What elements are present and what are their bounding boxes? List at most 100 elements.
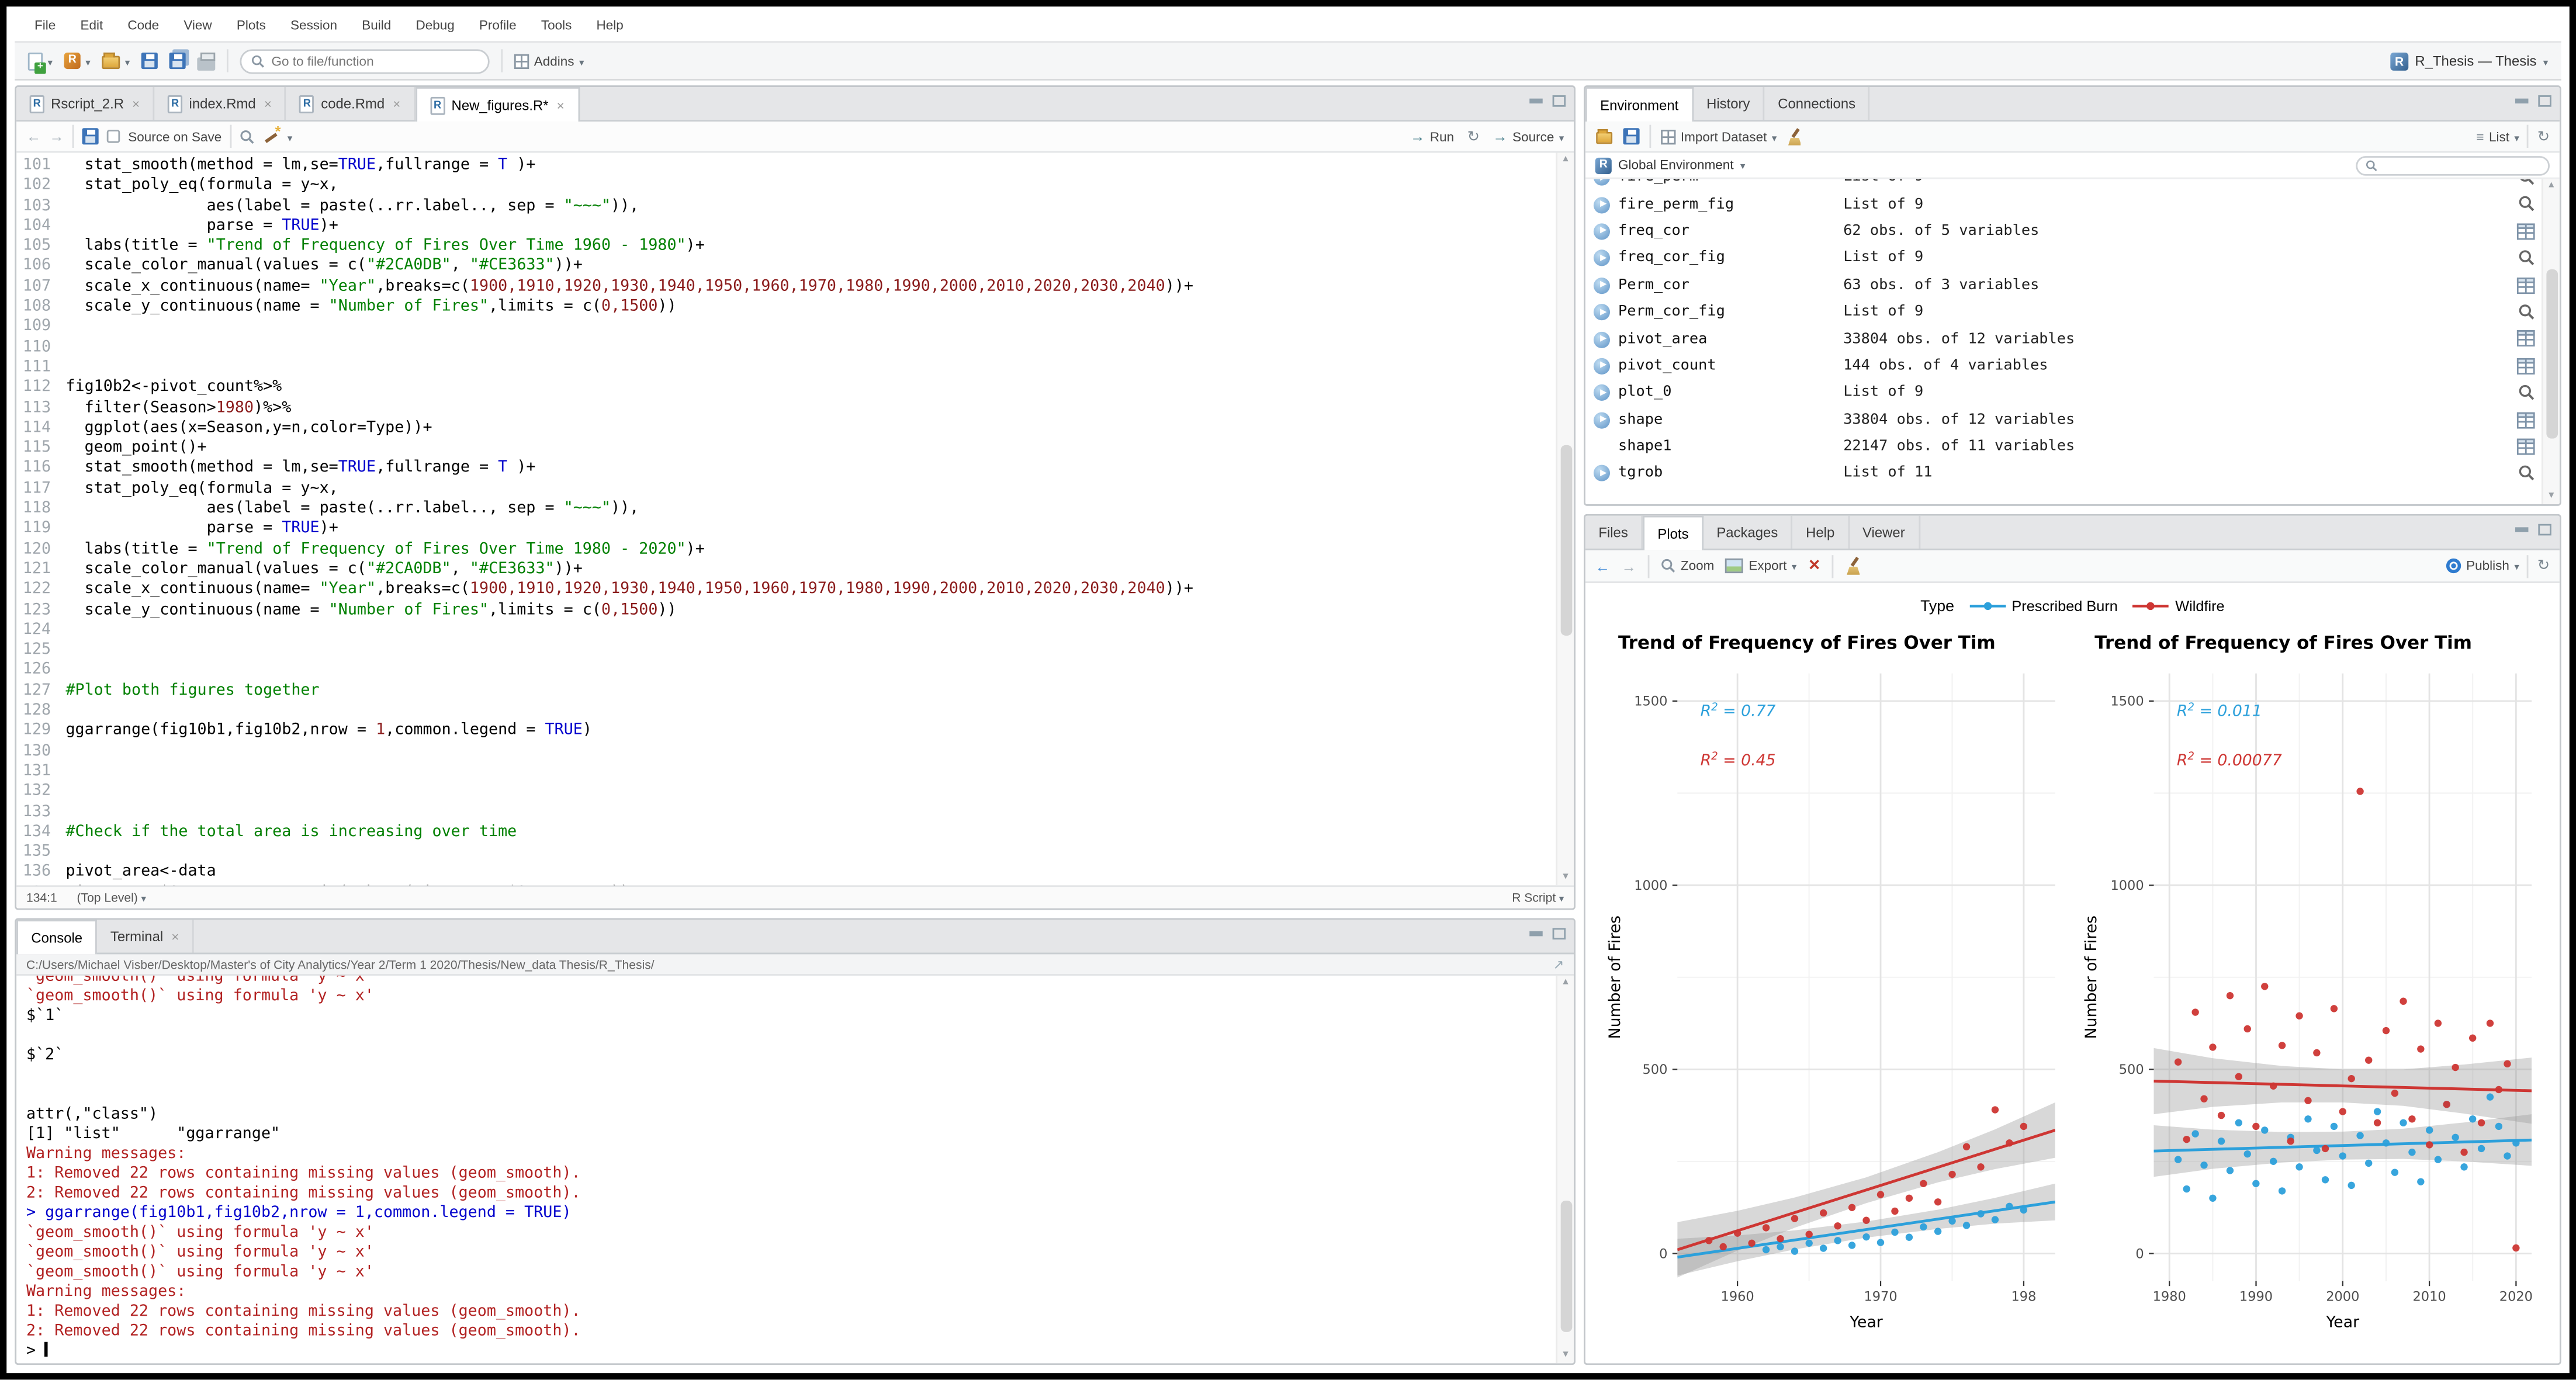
maximize-icon[interactable] [1553,95,1566,107]
view-table-icon[interactable] [2517,331,2535,352]
minimize-icon[interactable] [2515,528,2528,532]
env-item-fire_perm[interactable]: fire_permList of 9 [1585,179,2560,191]
source-button[interactable]: → Source [1493,128,1564,144]
previous-plot-icon[interactable]: ← [1595,557,1610,574]
console-output[interactable]: ▲ ▼ `geom_smooth()` using formula 'y ~ x… [16,976,1574,1363]
menu-session[interactable]: Session [290,18,337,33]
scroll-down-icon[interactable]: ▼ [1557,871,1574,885]
scroll-up-icon[interactable]: ▲ [1557,976,1574,990]
source-on-save-checkbox[interactable] [107,130,120,143]
export-button[interactable]: Export [1726,559,1796,573]
expand-object-icon[interactable] [1594,412,1610,428]
minimize-icon[interactable] [1529,932,1542,936]
filetype-selector[interactable]: R Script [1512,890,1564,905]
editor-scrollbar[interactable]: ▲ ▼ [1556,152,1574,885]
environment-search-input[interactable] [2383,158,2540,172]
save-workspace-icon[interactable] [1623,128,1639,144]
env-item-shape[interactable]: shape33804 obs. of 12 variables [1585,407,2560,434]
env-item-freq_cor[interactable]: freq_cor62 obs. of 5 variables [1585,218,2560,245]
print-button[interactable] [197,52,215,70]
scroll-up-icon[interactable]: ▲ [2543,179,2560,193]
inspect-object-icon[interactable] [2519,250,2535,272]
goto-file-input[interactable] [272,53,479,68]
clear-workspace-icon[interactable] [1786,127,1805,145]
save-icon[interactable] [82,128,99,144]
inspect-object-icon[interactable] [2519,196,2535,218]
project-selector[interactable]: R R_Thesis — Thesis [2390,52,2548,70]
minimize-icon[interactable] [1529,99,1542,103]
env-item-Perm_cor[interactable]: Perm_cor63 obs. of 3 variables [1585,272,2560,299]
save-all-button[interactable] [169,53,186,69]
tab-packages[interactable]: Packages [1704,516,1793,549]
load-workspace-icon[interactable] [1596,132,1612,144]
view-table-icon[interactable] [2517,277,2535,299]
addins-button[interactable]: Addins [514,53,584,68]
expand-object-icon[interactable] [1594,277,1610,293]
view-table-icon[interactable] [2517,411,2535,433]
tab-files[interactable]: Files [1585,516,1643,549]
new-file-button[interactable]: + [28,52,53,70]
list-view-button[interactable]: ≡ List [2476,129,2519,144]
menu-profile[interactable]: Profile [479,18,517,33]
run-button[interactable]: → Run [1410,128,1454,144]
env-item-pivot_count[interactable]: pivot_count144 obs. of 4 variables [1585,353,2560,380]
maximize-icon[interactable] [2538,524,2551,536]
find-icon[interactable] [240,129,254,144]
menu-tools[interactable]: Tools [541,18,572,33]
tab-console[interactable]: Console [16,920,97,954]
menu-debug[interactable]: Debug [416,18,454,33]
code-tools-icon[interactable] [263,128,279,144]
expand-object-icon[interactable] [1594,466,1610,482]
environment-scope-label[interactable]: Global Environment [1618,158,1734,172]
menu-build[interactable]: Build [362,18,391,33]
scroll-down-icon[interactable]: ▼ [1557,1348,1574,1363]
close-icon[interactable]: × [171,929,179,944]
remove-plot-icon[interactable]: ✕ [1808,557,1820,575]
menu-view[interactable]: View [183,18,212,33]
tab-code-rmd[interactable]: Rcode.Rmd× [286,87,415,120]
new-project-button[interactable]: R [64,53,91,69]
close-icon[interactable]: × [557,98,565,112]
maximize-icon[interactable] [2538,95,2551,107]
back-icon[interactable]: ← [26,128,41,144]
open-file-button[interactable] [102,53,130,69]
tab-index-rmd[interactable]: Rindex.Rmd× [154,87,286,120]
next-plot-icon[interactable]: → [1622,557,1636,574]
close-icon[interactable]: × [393,96,400,110]
scroll-up-icon[interactable]: ▲ [1557,152,1574,167]
expand-object-icon[interactable] [1594,196,1610,213]
inspect-object-icon[interactable] [2519,304,2535,325]
inspect-object-icon[interactable] [2519,384,2535,406]
menu-plots[interactable]: Plots [237,18,266,33]
environment-scrollbar[interactable]: ▲ ▼ [2542,179,2560,504]
console-scrollbar[interactable]: ▲ ▼ [1556,976,1574,1363]
scroll-down-icon[interactable]: ▼ [2543,490,2560,504]
menu-code[interactable]: Code [127,18,159,33]
expand-object-icon[interactable] [1594,385,1610,401]
inspect-object-icon[interactable] [2519,179,2535,190]
env-item-tgrob[interactable]: tgrobList of 11 [1585,460,2560,487]
tab-environment[interactable]: Environment [1585,87,1694,122]
close-icon[interactable]: × [132,96,140,110]
publish-button[interactable]: Publish [2446,559,2519,573]
expand-object-icon[interactable] [1594,223,1610,240]
tab-rscript-2-r[interactable]: RRscript_2.R× [16,87,154,120]
tab-history[interactable]: History [1694,87,1765,120]
forward-icon[interactable]: → [49,128,64,144]
scope-selector[interactable]: (Top Level) [77,890,146,905]
env-item-Perm_cor_fig[interactable]: Perm_cor_figList of 9 [1585,299,2560,326]
tab-terminal[interactable]: Terminal× [97,920,193,952]
expand-object-icon[interactable] [1594,304,1610,320]
env-item-fire_perm_fig[interactable]: fire_perm_figList of 9 [1585,191,2560,218]
env-item-shape1[interactable]: shape122147 obs. of 11 variables [1585,434,2560,460]
menu-help[interactable]: Help [597,18,624,33]
code-editor[interactable]: ▲ ▼ 101 stat_smooth(method = lm,se=TRUE,… [16,152,1574,885]
tab-connections[interactable]: Connections [1765,87,1871,120]
expand-object-icon[interactable] [1594,331,1610,348]
zoom-button[interactable]: Zoom [1661,559,1714,573]
tab-help[interactable]: Help [1793,516,1850,549]
tab-plots[interactable]: Plots [1643,516,1704,550]
view-table-icon[interactable] [2517,223,2535,245]
environment-search-box[interactable] [2356,155,2550,175]
expand-object-icon[interactable] [1594,250,1610,266]
